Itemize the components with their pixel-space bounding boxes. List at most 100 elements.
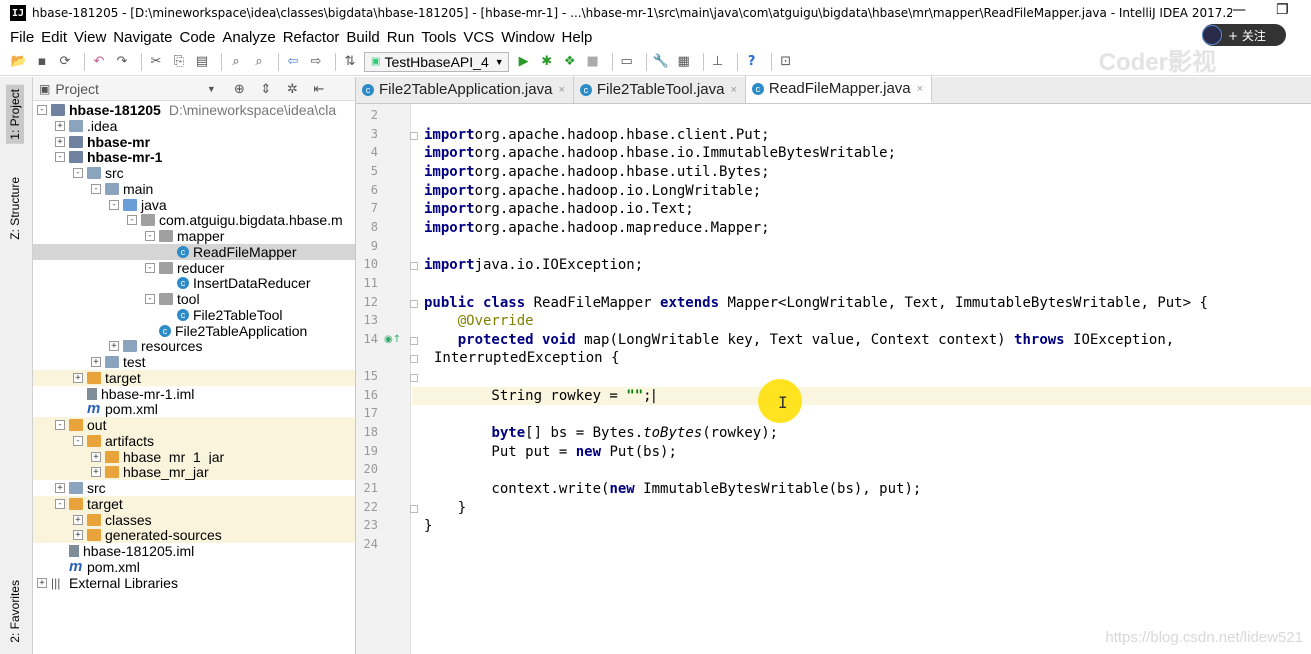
fold-marker-icon[interactable] [410, 336, 418, 345]
code-line[interactable]: public class ReadFileMapper extends Mapp… [424, 295, 1208, 313]
expand-icon[interactable]: + [37, 577, 47, 588]
tree-item[interactable]: + generated-sources [33, 527, 355, 544]
tree-item[interactable]: - target [33, 495, 355, 512]
expand-icon[interactable]: + [73, 372, 83, 383]
tree-item[interactable]: - main [33, 181, 355, 197]
tree-item[interactable]: c InsertDataReducer [33, 275, 355, 291]
code-line[interactable]: importjava.io.IOException; [424, 257, 643, 275]
fold-marker-icon[interactable] [410, 299, 418, 308]
menu-run[interactable]: Run [387, 29, 415, 46]
collapse-icon[interactable]: - [55, 420, 65, 430]
tree-item[interactable]: - out [33, 417, 355, 433]
code-line[interactable]: InterruptedException { [434, 350, 619, 368]
collapse-icon[interactable]: - [55, 152, 65, 163]
tree-item[interactable]: c ReadFileMapper [33, 243, 355, 260]
run-configuration-select[interactable]: ▣ TestHbaseAPI_4 ▼ [364, 51, 509, 72]
tree-item[interactable]: - java [33, 197, 355, 213]
copy-icon[interactable]: ⎘ [170, 53, 188, 71]
code-line[interactable]: @Override [424, 313, 534, 331]
cut-icon[interactable]: ✂ [147, 53, 165, 71]
help-icon[interactable]: ? [743, 53, 761, 71]
close-tab-icon[interactable]: × [558, 84, 564, 96]
code-line[interactable]: importorg.apache.hadoop.hbase.io.Immutab… [424, 145, 896, 163]
tree-item[interactable]: m pom.xml [33, 401, 355, 417]
tree-item[interactable]: + hbase-mr [33, 134, 355, 150]
build-icon[interactable]: ⇅ [341, 53, 359, 71]
structure-icon[interactable]: ▦ [675, 53, 693, 71]
tree-item[interactable]: - artifacts [33, 432, 355, 449]
menu-edit[interactable]: Edit [41, 29, 67, 46]
close-tab-icon[interactable]: × [730, 84, 736, 96]
override-method-icon[interactable]: ◉↑ [384, 334, 401, 345]
tree-item[interactable]: - tool [33, 291, 355, 307]
deploy-icon[interactable]: ⊡ [777, 53, 795, 71]
collapse-icon[interactable]: - [145, 231, 155, 241]
menu-navigate[interactable]: Navigate [113, 29, 172, 46]
tab-structure-tool-window[interactable]: Z: Structure [8, 177, 22, 240]
menu-refactor[interactable]: Refactor [283, 29, 340, 46]
tree-item[interactable]: hbase-mr-1.iml [33, 386, 355, 402]
maximize-button[interactable]: ❐ [1276, 2, 1289, 18]
fold-marker-icon[interactable] [410, 355, 418, 364]
coverage-icon[interactable]: ❖ [561, 53, 579, 71]
find-icon[interactable]: ⌕ [227, 53, 245, 71]
tree-item[interactable]: m pom.xml [33, 559, 355, 575]
open-icon[interactable]: 📂 [10, 53, 28, 71]
code-line[interactable]: } [424, 500, 466, 518]
menu-view[interactable]: View [74, 29, 106, 46]
expand-icon[interactable]: + [109, 341, 119, 352]
fold-marker-icon[interactable] [410, 374, 418, 383]
save-icon[interactable]: ▪ [33, 53, 51, 71]
menu-vcs[interactable]: VCS [463, 29, 494, 46]
expand-icon[interactable]: + [91, 357, 101, 367]
menu-file[interactable]: File [10, 29, 34, 46]
debug-icon[interactable]: ✱ [538, 53, 556, 71]
stop-icon[interactable]: ■ [584, 53, 602, 71]
tree-item[interactable]: + hbase_mr_1_jar [33, 448, 355, 465]
tree-item[interactable]: hbase-181205.iml [33, 543, 355, 559]
tree-item[interactable]: + classes [33, 511, 355, 528]
panel-tools[interactable]: ⊕ ⇕ ✲ ⇤ [234, 81, 330, 97]
project-panel-title[interactable]: Project [55, 81, 99, 97]
expand-icon[interactable]: + [73, 514, 83, 525]
tree-item[interactable]: - reducer [33, 260, 355, 276]
expand-icon[interactable]: + [91, 467, 101, 478]
tree-item[interactable]: + hbase_mr_jar [33, 464, 355, 481]
code-line[interactable]: } [424, 518, 432, 536]
tree-item[interactable]: - src [33, 165, 355, 181]
back-icon[interactable]: ⇦ [284, 53, 302, 71]
code-editor[interactable]: 2 3 4 5 6 7 8 9 10 11 12 13 14 ◉↑ 15 16 17 18 19 20 21 22 23 24… [356, 104, 1311, 654]
tab-project-tool-window[interactable]: 1: Project [6, 85, 24, 144]
chevron-down-icon[interactable]: ▼ [207, 84, 216, 94]
tree-item[interactable]: + resources [33, 338, 355, 354]
sync-icon[interactable]: ⟳ [56, 53, 74, 71]
settings-icon[interactable]: 🔧 [652, 53, 670, 71]
tree-item[interactable]: + test [33, 354, 355, 370]
tree-item[interactable]: c File2TableApplication [33, 323, 355, 339]
code-line[interactable]: importorg.apache.hadoop.mapreduce.Mapper… [424, 220, 770, 238]
tree-item[interactable]: + ||| External Libraries [33, 575, 355, 591]
expand-icon[interactable]: + [55, 136, 65, 147]
menu-code[interactable]: Code [179, 29, 215, 46]
forward-icon[interactable]: ⇨ [307, 53, 325, 71]
code-line[interactable]: byte[] bs = Bytes.toBytes(rowkey); [424, 425, 778, 443]
tab-favorites-tool-window[interactable]: 2: Favorites [8, 580, 22, 643]
expand-icon[interactable]: + [55, 120, 65, 131]
collapse-icon[interactable]: - [55, 498, 65, 509]
menu-build[interactable]: Build [346, 29, 379, 46]
fold-marker-icon[interactable] [410, 504, 418, 513]
collapse-icon[interactable]: - [73, 435, 83, 446]
fold-marker-icon[interactable] [410, 262, 418, 271]
collapse-icon[interactable]: - [73, 168, 83, 178]
menu-analyze[interactable]: Analyze [222, 29, 275, 46]
tree-item[interactable]: + .idea [33, 118, 355, 134]
code-line[interactable]: String rowkey = "";| [424, 388, 658, 406]
tree-item[interactable]: + src [33, 480, 355, 496]
collapse-icon[interactable]: - [145, 294, 155, 304]
sdk-icon[interactable]: ⊥ [709, 53, 727, 71]
expand-icon[interactable]: + [91, 451, 101, 462]
editor-tab[interactable]: c File2TableTool.java × [574, 76, 746, 103]
code-line[interactable]: importorg.apache.hadoop.io.LongWritable; [424, 183, 761, 201]
code-line[interactable]: importorg.apache.hadoop.io.Text; [424, 201, 694, 219]
vcs-icon[interactable]: ▭ [618, 53, 636, 71]
